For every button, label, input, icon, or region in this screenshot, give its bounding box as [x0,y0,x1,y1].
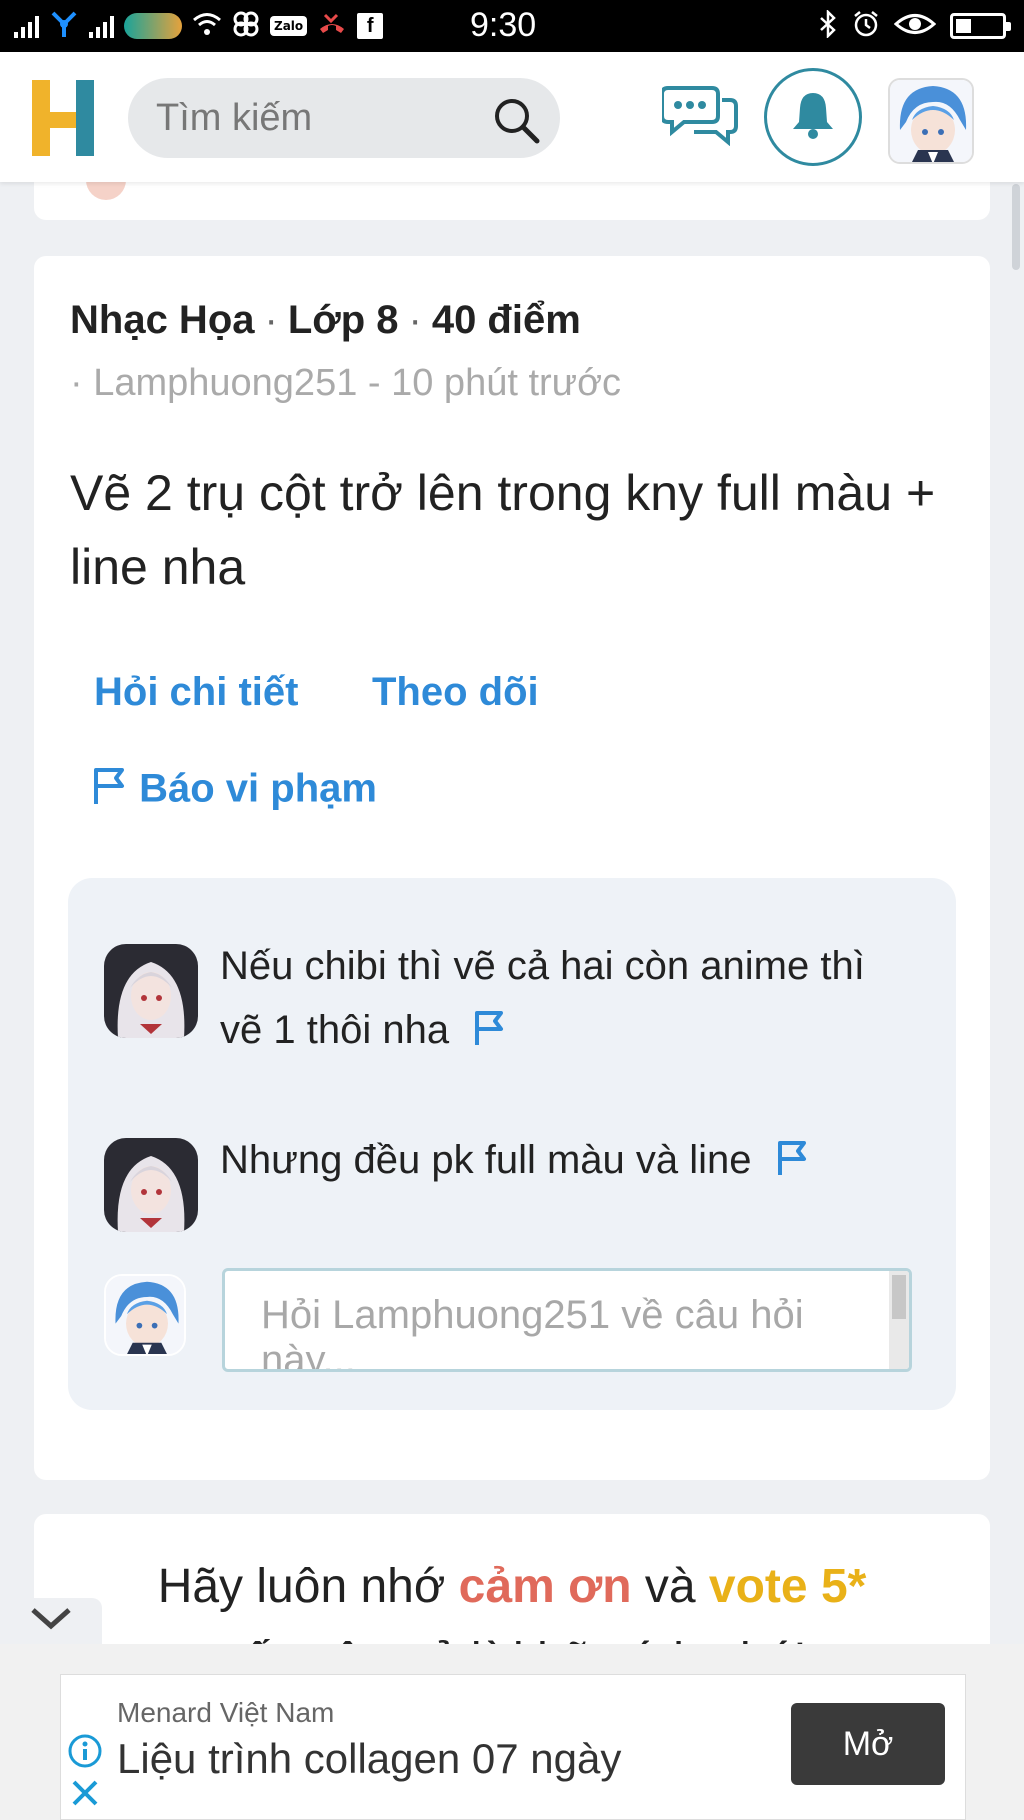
ad-area: Menard Việt Nam Liệu trình collagen 07 n… [0,1644,1024,1820]
signal-icon [14,14,39,38]
grade-label[interactable]: Lớp 8 [288,298,399,342]
missed-call-icon [317,11,347,41]
points-label: 40 điểm [431,298,581,342]
comment-text: Nhưng đều pk full màu và line [220,1128,920,1196]
ad-open-button[interactable]: Mở [791,1703,945,1785]
comment-text-content: Nếu chibi thì vẽ cả hai còn anime thì vẽ… [220,944,865,1052]
flag-icon[interactable] [776,1132,810,1196]
search-icon[interactable] [490,94,542,150]
flag-icon[interactable] [473,1002,507,1066]
question-author[interactable]: · Lamphuong251 - 10 phút trước [70,362,621,405]
comment-text: Nếu chibi thì vẽ cả hai còn anime thì vẽ… [220,934,910,1066]
tip-text-part: nếu câu trả lời hữu ích nhé! [217,1634,806,1644]
report-label: Báo vi phạm [139,766,377,811]
question-body: Vẽ 2 trụ cột trở lên trong kny full màu … [70,465,936,595]
ask-detail-link[interactable]: Hỏi chi tiết [94,670,298,715]
meta-separator: · [264,298,278,342]
tip-highlight-thanks: cảm ơn [458,1560,632,1613]
close-icon[interactable] [69,1777,101,1815]
bluetooth-icon [818,8,838,42]
current-user-avatar [104,1274,186,1356]
chevron-down-icon [29,1606,73,1636]
report-link[interactable]: Báo vi phạm [92,766,377,816]
clock: 9:30 [470,6,537,44]
tip-text-part: Hãy luôn nhớ [157,1560,459,1613]
tip-card: Hãy luôn nhớ cảm ơn và vote 5* nếu câu t… [34,1514,990,1644]
commenter-avatar[interactable] [104,944,198,1038]
page-scrollbar[interactable] [1012,184,1020,270]
bell-icon [790,90,836,144]
comment-text-content: Nhưng đều pk full màu và line [220,1138,752,1182]
app-header: Tìm kiếm [0,52,1024,182]
reply-input[interactable] [225,1271,909,1369]
tip-text-part: và [631,1560,709,1613]
wifi-icon [192,11,222,41]
meta-separator: · [408,298,422,342]
signal-icon-2 [89,14,114,38]
user-avatar[interactable] [888,78,974,164]
status-bar: Zalo f 9:30 [0,0,1024,52]
eye-icon [893,11,937,41]
tip-text: Hãy luôn nhớ cảm ơn và vote 5* nếu câu t… [34,1550,990,1644]
question-meta: Nhạc Họa · Lớp 8 · 40 điểm [70,298,581,343]
carrier-logo-icon [124,13,182,39]
ad-title: Liệu trình collagen 07 ngày [117,1735,622,1782]
reply-input-box[interactable] [222,1268,912,1372]
network-hub-icon [49,9,79,43]
alarm-icon [852,10,880,42]
comment-section: Nếu chibi thì vẽ cả hai còn anime thì vẽ… [68,878,956,1410]
search-placeholder: Tìm kiếm [156,97,313,139]
chat-icon[interactable] [660,82,738,150]
subject-label[interactable]: Nhạc Họa [70,298,255,342]
flag-icon [92,766,128,816]
facebook-icon: f [357,13,384,39]
tip-highlight-vote: vote 5* [708,1560,867,1613]
collapse-ad-button[interactable] [0,1598,102,1644]
info-icon[interactable] [67,1733,103,1773]
commenter-avatar[interactable] [104,1138,198,1232]
ad-brand: Menard Việt Nam [117,1697,335,1728]
battery-icon [950,13,1011,39]
input-scrollbar[interactable] [889,1271,909,1369]
battery-level [956,19,971,33]
zalo-icon: Zalo [270,16,308,36]
follow-link[interactable]: Theo dõi [372,670,539,715]
question-card: Nhạc Họa · Lớp 8 · 40 điểm · Lamphuong251 - … [34,256,990,1480]
hoc24-logo[interactable] [32,80,98,156]
notification-button[interactable] [764,68,862,166]
search-bar[interactable]: Tìm kiếm [128,78,560,158]
messenger-app-icon [232,10,260,42]
ad-banner[interactable]: Menard Việt Nam Liệu trình collagen 07 n… [60,1674,966,1820]
